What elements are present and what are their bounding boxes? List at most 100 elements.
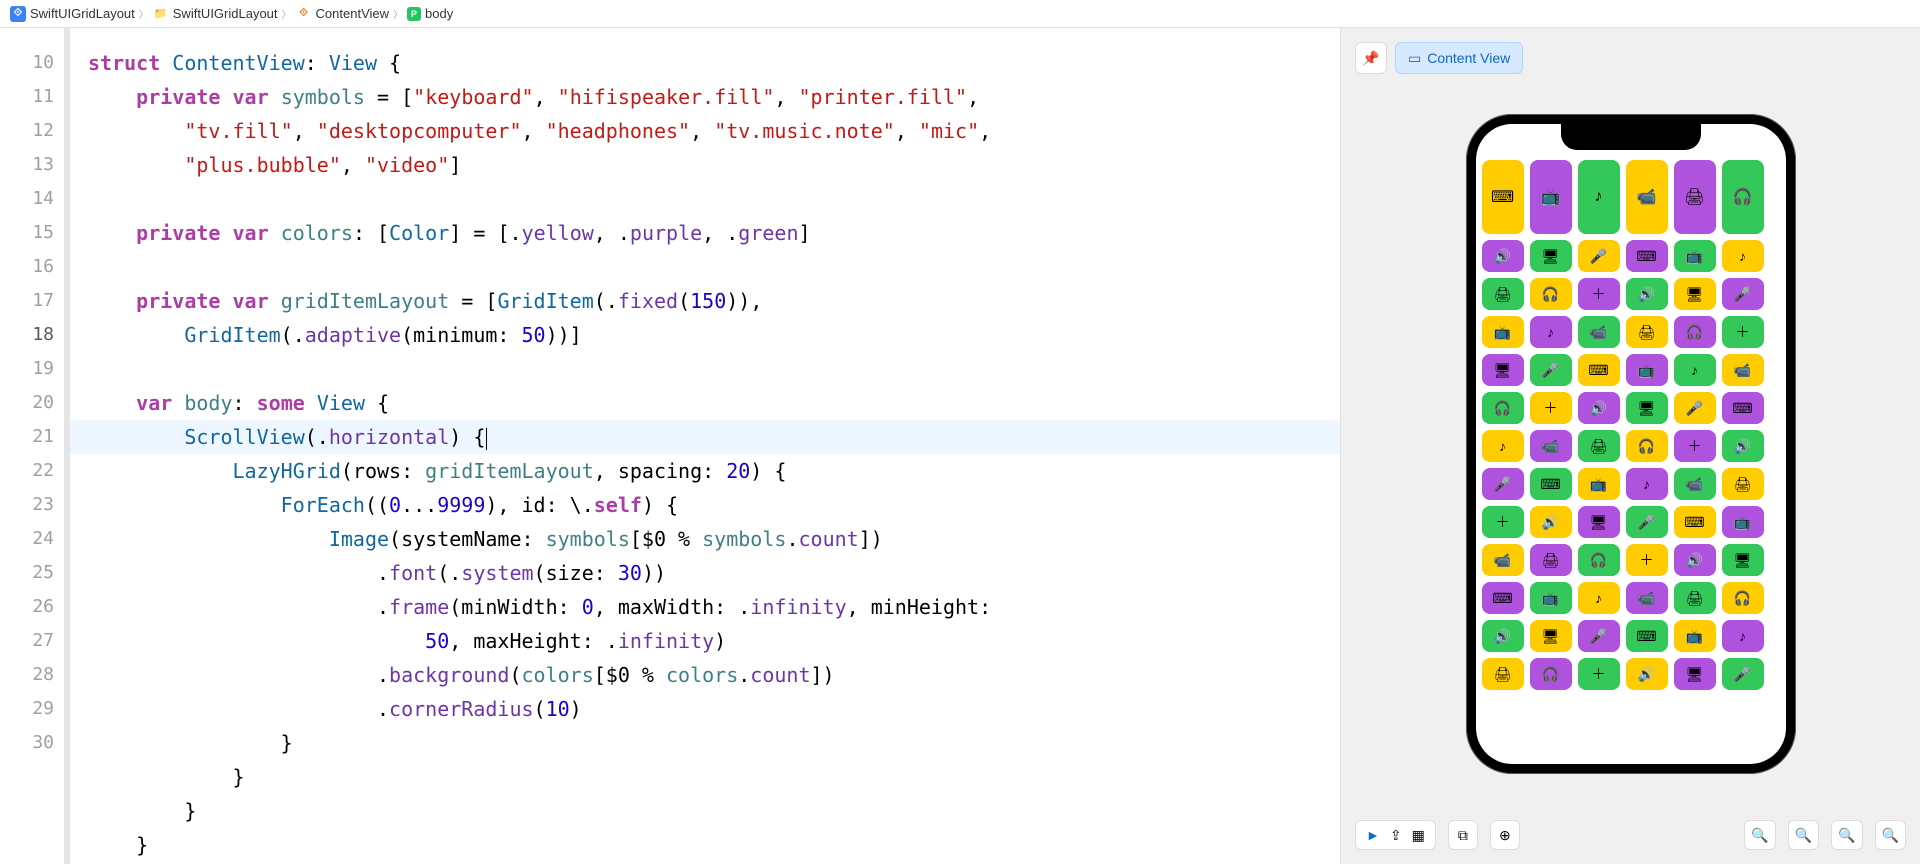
grid-cell: 🖥 — [1626, 392, 1668, 424]
grid-cell: ♪ — [1482, 430, 1524, 462]
grid-cell: 🔊 — [1626, 278, 1668, 310]
grid-cell: 🖥 — [1674, 658, 1716, 690]
preview-panel: 📌 ▭ Content View ⌨ 🔊 🖨 📺 🖥 🎧 ♪ 🎤 ＋ 📹 ⌨ 🔊 🖨 📺 🖥 🎧 ♪ 🎤 ＋ 📹 ⌨ 🔊 🖨… — [1340, 28, 1920, 864]
grid-cell: 📹 — [1626, 160, 1668, 234]
grid-cell: 📺 — [1674, 240, 1716, 272]
grid-cell: 🎤 — [1626, 506, 1668, 538]
pin-button[interactable]: 📌 — [1355, 42, 1387, 74]
grid-cell: 🖨 — [1722, 468, 1764, 500]
grid-cell: 📹 — [1578, 316, 1620, 348]
grid-cell: 🎧 — [1530, 658, 1572, 690]
grid-cell: 🎧 — [1626, 430, 1668, 462]
phone-notch — [1561, 124, 1701, 150]
grid-cell: 🖥 — [1578, 506, 1620, 538]
crumb-file[interactable]: ⟐ ContentView — [296, 6, 389, 22]
phone-screen[interactable]: ⌨🔊🖨📺🖥🎧♪🎤＋📹⌨🔊🖨📺🖥🎧♪🎤＋📹⌨🔊🖨📺🖥🎧♪🎤＋📹⌨🔊🖨📺🖥🎧♪🎤＋📹… — [1476, 124, 1786, 764]
line-gutter: 1011121314151617181920212223242526272829… — [0, 28, 70, 864]
grid-cell: 🖨 — [1530, 544, 1572, 576]
zoom-fit-icon: 🔍 — [1795, 827, 1812, 844]
grid-cell: 🔊 — [1722, 430, 1764, 462]
device-icon: ⧉ — [1458, 827, 1468, 844]
crumb-file-label: ContentView — [316, 6, 389, 21]
device-button[interactable]: ⧉ — [1448, 820, 1478, 850]
crumb-folder[interactable]: 📁 SwiftUIGridLayout — [153, 6, 278, 22]
grid-cell: 🎧 — [1530, 278, 1572, 310]
code-editor[interactable]: 1011121314151617181920212223242526272829… — [0, 28, 1340, 864]
preview-selector[interactable]: ▭ Content View — [1395, 42, 1523, 74]
property-icon: P — [407, 7, 421, 21]
grid-cell: 📹 — [1626, 582, 1668, 614]
grid-cell: 🎤 — [1722, 278, 1764, 310]
crumb-prop-label: body — [425, 6, 453, 21]
grid-cell: ♪ — [1530, 316, 1572, 348]
grid-cell: 🎧 — [1722, 160, 1764, 234]
grid-cell: ⌨ — [1482, 582, 1524, 614]
grid-cell: 🖥 — [1530, 620, 1572, 652]
grid-cell: ♪ — [1578, 160, 1620, 234]
grid-cell: ⌨ — [1626, 620, 1668, 652]
crumb-app-label: SwiftUIGridLayout — [30, 6, 135, 21]
grid-cell: ＋ — [1722, 316, 1764, 348]
chevron-right-icon: 〉 — [393, 6, 403, 21]
grid-cell: ♪ — [1578, 582, 1620, 614]
grid-cell: 🔊 — [1578, 392, 1620, 424]
preview-label: Content View — [1427, 50, 1510, 66]
grid-cell: 🖥 — [1482, 354, 1524, 386]
grid-cell: 🖨 — [1674, 582, 1716, 614]
grid-cell: 🖥 — [1674, 278, 1716, 310]
grid-cell: 🖨 — [1482, 658, 1524, 690]
zoom-in-button[interactable]: 🔍 — [1875, 820, 1906, 850]
grid-cell: 📹 — [1722, 354, 1764, 386]
grid-cell: 🎤 — [1578, 240, 1620, 272]
grid-cell: 📺 — [1722, 506, 1764, 538]
grid-cell: 🎤 — [1674, 392, 1716, 424]
grid-cell: ＋ — [1530, 392, 1572, 424]
grid-cell: ⌨ — [1482, 160, 1524, 234]
swift-icon: ⟐ — [296, 6, 312, 22]
grid-cell: ♪ — [1722, 620, 1764, 652]
grid-cell: 🖨 — [1578, 430, 1620, 462]
grid-cell: ⌨ — [1626, 240, 1668, 272]
grid-cell: ⌨ — [1578, 354, 1620, 386]
grid-cell: 🔊 — [1482, 240, 1524, 272]
grid-cell: ⌨ — [1722, 392, 1764, 424]
grid-cell: 📺 — [1530, 160, 1572, 234]
grid-cell: 🎤 — [1722, 658, 1764, 690]
simulator-device: ⌨🔊🖨📺🖥🎧♪🎤＋📹⌨🔊🖨📺🖥🎧♪🎤＋📹⌨🔊🖨📺🖥🎧♪🎤＋📹⌨🔊🖨📺🖥🎧♪🎤＋📹… — [1466, 114, 1796, 774]
grid-cell: 🎤 — [1578, 620, 1620, 652]
app-icon: ⟐ — [10, 6, 26, 22]
grid-cell: 🎧 — [1482, 392, 1524, 424]
grid-cell: 📺 — [1674, 620, 1716, 652]
grid-cell: 🔊 — [1674, 544, 1716, 576]
grid-cell: 🖥 — [1722, 544, 1764, 576]
grid-cell: 🔊 — [1482, 620, 1524, 652]
zoom-100-icon: 🔍 — [1838, 827, 1855, 844]
grid-cell: 🎧 — [1722, 582, 1764, 614]
zoom-in-icon: 🔍 — [1882, 827, 1899, 844]
grid-cell: 📹 — [1482, 544, 1524, 576]
grid-cell: ＋ — [1674, 430, 1716, 462]
crumb-prop[interactable]: P body — [407, 6, 453, 21]
play-icon: ► — [1366, 827, 1380, 843]
zoom-fit-button[interactable]: 🔍 — [1788, 820, 1819, 850]
chevron-right-icon: 〉 — [282, 6, 292, 21]
preview-controls[interactable]: ► ⇪ ▦ — [1355, 820, 1436, 850]
grid-cell: ⌨ — [1674, 506, 1716, 538]
settings-icon: ⊕ — [1499, 827, 1511, 844]
grid-cell: 🎧 — [1674, 316, 1716, 348]
grid-cell: 🖨 — [1674, 160, 1716, 234]
grid-icon: ▦ — [1412, 827, 1425, 844]
zoom-out-button[interactable]: 🔍 — [1744, 820, 1775, 850]
grid-cell: 🔊 — [1530, 506, 1572, 538]
crumb-app[interactable]: ⟐ SwiftUIGridLayout — [10, 6, 135, 22]
grid-cell: 🎤 — [1482, 468, 1524, 500]
grid-cell: 📹 — [1674, 468, 1716, 500]
settings-button[interactable]: ⊕ — [1490, 820, 1520, 850]
grid-cell: 📺 — [1578, 468, 1620, 500]
grid-cell: 🖨 — [1482, 278, 1524, 310]
code-content[interactable]: struct ContentView: View { private var s… — [70, 28, 1340, 864]
zoom-100-button[interactable]: 🔍 — [1831, 820, 1862, 850]
grid-cell: 📺 — [1626, 354, 1668, 386]
grid-cell: ♪ — [1674, 354, 1716, 386]
zoom-out-icon: 🔍 — [1751, 827, 1768, 844]
